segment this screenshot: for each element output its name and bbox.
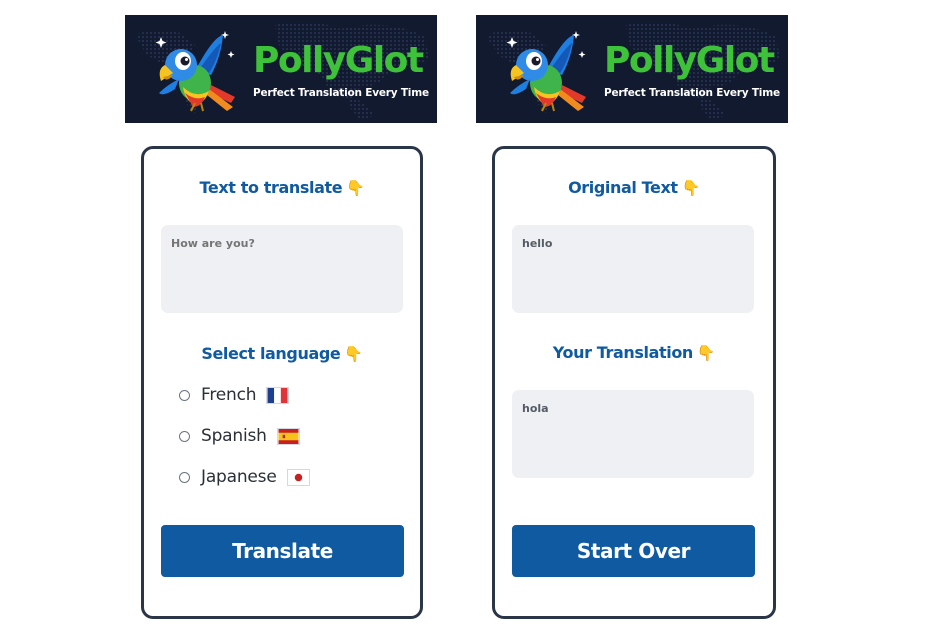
translate-button[interactable]: Translate (161, 525, 404, 577)
select-language-heading: Select language 👇 (144, 344, 420, 363)
pointing-down-icon: 👇 (681, 179, 701, 197)
translation-output-field[interactable]: hola (512, 390, 754, 478)
heading-label: Select language (201, 344, 341, 363)
heading-label: Text to translate (199, 178, 343, 197)
language-option-french[interactable]: French (179, 382, 290, 408)
pointing-down-icon: 👇 (696, 344, 716, 362)
language-label: French (201, 385, 257, 405)
pollyglot-header-banner: PollyGlot Perfect Translation Every Time (476, 15, 788, 123)
japan-flag-icon (286, 468, 310, 486)
spain-flag-icon (276, 427, 300, 445)
language-option-spanish[interactable]: Spanish (179, 423, 300, 449)
language-label: Japanese (201, 467, 277, 487)
brand-tagline: Perfect Translation Every Time (604, 87, 780, 99)
original-text-field[interactable]: hello (512, 225, 754, 313)
radio-button[interactable] (179, 389, 190, 401)
brand-name: PollyGlot (253, 40, 424, 81)
language-option-japanese[interactable]: Japanese (179, 464, 310, 490)
original-text-heading: Original Text 👇 (495, 178, 773, 197)
brand-name: PollyGlot (604, 40, 775, 81)
radio-button[interactable] (179, 471, 190, 483)
start-over-button[interactable]: Start Over (512, 525, 755, 577)
pointing-down-icon: 👇 (344, 345, 363, 363)
pollyglot-page: PollyGlot Perfect Translation Every Time (0, 0, 929, 633)
heading-label: Your Translation (552, 343, 694, 362)
translation-result-card: Original Text 👇 hello Your Translation 👇 h… (492, 146, 776, 619)
france-flag-icon (266, 386, 290, 404)
parrot-logo-icon (506, 31, 586, 112)
heading-label: Original Text (568, 178, 678, 197)
text-to-translate-heading: Text to translate 👇 (144, 178, 420, 197)
your-translation-heading: Your Translation 👇 (495, 343, 773, 362)
pointing-down-icon: 👇 (346, 179, 365, 197)
parrot-logo-icon (155, 31, 235, 112)
pollyglot-header-banner: PollyGlot Perfect Translation Every Time (125, 15, 437, 123)
text-to-translate-input[interactable] (161, 225, 403, 313)
radio-button[interactable] (179, 430, 190, 442)
translate-card: Text to translate👇 Select language👇 Fren… (141, 146, 423, 619)
brand-tagline: Perfect Translation Every Time (253, 87, 429, 99)
language-label: Spanish (201, 426, 267, 446)
